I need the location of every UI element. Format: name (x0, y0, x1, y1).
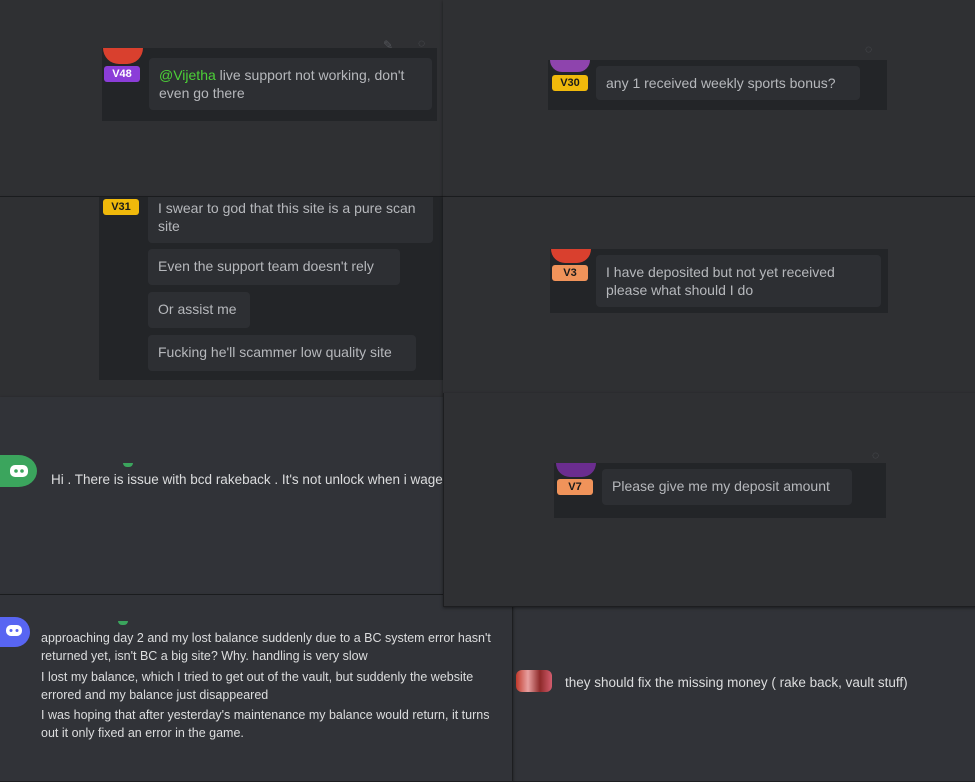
message-bubble: Even the support team doesn't rely (148, 249, 400, 285)
more-icon[interactable]: ◌ (872, 448, 879, 462)
message-text: they should fix the missing money ( rake… (565, 675, 908, 690)
vip-badge: V3 (552, 265, 588, 281)
user-avatar[interactable] (516, 670, 552, 692)
message-text: I lost my balance, which I tried to get … (41, 670, 474, 702)
panel-v48: ✎ ◌ V48 @Vijetha live support not workin… (0, 0, 444, 197)
vip-badge: V31 (103, 199, 139, 215)
message-bubble: Please give me my deposit amount (602, 469, 852, 505)
panel-v7: ◌ V7 Please give me my deposit amount (443, 393, 975, 607)
message-bubble: I have deposited but not yet received pl… (596, 255, 881, 307)
more-icon[interactable]: ◌ (418, 36, 425, 50)
status-indicator (118, 621, 128, 625)
message-bubble: Fucking he'll scammer low quality site (148, 335, 416, 371)
discord-avatar-icon[interactable] (0, 455, 37, 487)
message-text: approaching day 2 and my lost balance su… (41, 631, 491, 663)
vip-badge: V7 (557, 479, 593, 495)
message-text: Hi . There is issue with bcd rakeback . … (51, 472, 443, 487)
message-bubble: @Vijetha live support not working, don't… (149, 58, 432, 110)
panel-v3: V3 I have deposited but not yet received… (443, 197, 975, 394)
panel-discord-3: they should fix the missing money ( rake… (512, 604, 975, 781)
more-icon[interactable]: ◌ (865, 42, 872, 56)
discord-avatar-icon[interactable] (0, 617, 30, 647)
status-indicator (123, 463, 133, 467)
message-bubble: I swear to god that this site is a pure … (148, 197, 433, 243)
user-mention[interactable]: @Vijetha (159, 67, 216, 83)
message-text: I was hoping that after yesterday's main… (41, 708, 490, 740)
panel-v30: ◌ V30 any 1 received weekly sports bonus… (443, 0, 975, 197)
vip-badge: V48 (104, 66, 140, 82)
panel-discord-2: approaching day 2 and my lost balance su… (0, 595, 513, 782)
message-bubble: any 1 received weekly sports bonus? (596, 66, 860, 100)
user-avatar[interactable] (550, 60, 590, 72)
message-bubble: Or assist me (148, 292, 250, 328)
panel-discord-1: Hi . There is issue with bcd rakeback . … (0, 397, 444, 595)
edit-icon[interactable]: ✎ (383, 38, 393, 52)
panel-v31: V31 I swear to god that this site is a p… (0, 197, 444, 398)
vip-badge: V30 (552, 75, 588, 91)
